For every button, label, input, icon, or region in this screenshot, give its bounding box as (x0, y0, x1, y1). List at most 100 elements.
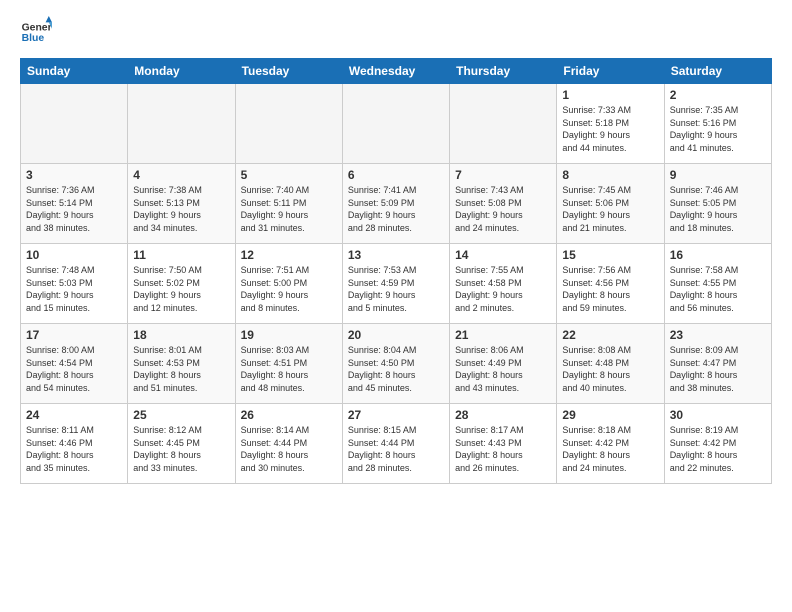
day-info: Sunrise: 8:18 AM Sunset: 4:42 PM Dayligh… (562, 424, 658, 474)
day-info: Sunrise: 7:50 AM Sunset: 5:02 PM Dayligh… (133, 264, 229, 314)
weekday-header-wednesday: Wednesday (342, 59, 449, 84)
day-number: 11 (133, 248, 229, 262)
day-info: Sunrise: 7:45 AM Sunset: 5:06 PM Dayligh… (562, 184, 658, 234)
day-number: 20 (348, 328, 444, 342)
day-info: Sunrise: 8:19 AM Sunset: 4:42 PM Dayligh… (670, 424, 766, 474)
weekday-header-thursday: Thursday (450, 59, 557, 84)
day-number: 30 (670, 408, 766, 422)
calendar-cell: 19 Sunrise: 8:03 AM Sunset: 4:51 PM Dayli… (235, 324, 342, 404)
calendar-week-1: 1 Sunrise: 7:33 AM Sunset: 5:18 PM Daylig… (21, 84, 772, 164)
day-number: 2 (670, 88, 766, 102)
weekday-header-monday: Monday (128, 59, 235, 84)
calendar-cell: 28 Sunrise: 8:17 AM Sunset: 4:43 PM Dayli… (450, 404, 557, 484)
day-number: 8 (562, 168, 658, 182)
calendar-cell: 23 Sunrise: 8:09 AM Sunset: 4:47 PM Dayli… (664, 324, 771, 404)
day-info: Sunrise: 7:53 AM Sunset: 4:59 PM Dayligh… (348, 264, 444, 314)
calendar-cell: 3 Sunrise: 7:36 AM Sunset: 5:14 PM Daylig… (21, 164, 128, 244)
day-info: Sunrise: 8:04 AM Sunset: 4:50 PM Dayligh… (348, 344, 444, 394)
day-number: 1 (562, 88, 658, 102)
calendar-cell: 7Sunrise: 7:43 AM Sunset: 5:08 PM Daylig… (450, 164, 557, 244)
calendar-cell: 6 Sunrise: 7:41 AM Sunset: 5:09 PM Daylig… (342, 164, 449, 244)
calendar-week-2: 3 Sunrise: 7:36 AM Sunset: 5:14 PM Daylig… (21, 164, 772, 244)
weekday-header-sunday: Sunday (21, 59, 128, 84)
day-info: Sunrise: 7:33 AM Sunset: 5:18 PM Dayligh… (562, 104, 658, 154)
day-number: 9 (670, 168, 766, 182)
calendar-cell (235, 84, 342, 164)
day-info: Sunrise: 8:00 AM Sunset: 4:54 PM Dayligh… (26, 344, 122, 394)
day-info: Sunrise: 7:51 AM Sunset: 5:00 PM Dayligh… (241, 264, 337, 314)
svg-text:Blue: Blue (22, 33, 45, 44)
calendar-cell: 15 Sunrise: 7:56 AM Sunset: 4:56 PM Dayli… (557, 244, 664, 324)
day-info: Sunrise: 8:03 AM Sunset: 4:51 PM Dayligh… (241, 344, 337, 394)
calendar-cell: 30 Sunrise: 8:19 AM Sunset: 4:42 PM Dayli… (664, 404, 771, 484)
calendar-cell: 25 Sunrise: 8:12 AM Sunset: 4:45 PM Dayli… (128, 404, 235, 484)
calendar-cell: 5 Sunrise: 7:40 AM Sunset: 5:11 PM Daylig… (235, 164, 342, 244)
day-info: Sunrise: 8:06 AM Sunset: 4:49 PM Dayligh… (455, 344, 551, 394)
calendar-week-5: 24 Sunrise: 8:11 AM Sunset: 4:46 PM Dayli… (21, 404, 772, 484)
calendar-cell (450, 84, 557, 164)
day-info: Sunrise: 8:08 AM Sunset: 4:48 PM Dayligh… (562, 344, 658, 394)
day-info: Sunrise: 7:38 AM Sunset: 5:13 PM Dayligh… (133, 184, 229, 234)
day-number: 23 (670, 328, 766, 342)
calendar-cell: 29Sunrise: 8:18 AM Sunset: 4:42 PM Dayli… (557, 404, 664, 484)
day-info: Sunrise: 8:09 AM Sunset: 4:47 PM Dayligh… (670, 344, 766, 394)
svg-text:General: General (22, 22, 52, 33)
calendar-cell (128, 84, 235, 164)
calendar-cell: 18 Sunrise: 8:01 AM Sunset: 4:53 PM Dayli… (128, 324, 235, 404)
calendar-cell: 22Sunrise: 8:08 AM Sunset: 4:48 PM Dayli… (557, 324, 664, 404)
day-number: 6 (348, 168, 444, 182)
day-info: Sunrise: 8:11 AM Sunset: 4:46 PM Dayligh… (26, 424, 122, 474)
day-number: 15 (562, 248, 658, 262)
calendar-cell: 4 Sunrise: 7:38 AM Sunset: 5:13 PM Daylig… (128, 164, 235, 244)
day-number: 7 (455, 168, 551, 182)
day-info: Sunrise: 7:56 AM Sunset: 4:56 PM Dayligh… (562, 264, 658, 314)
calendar-cell: 20 Sunrise: 8:04 AM Sunset: 4:50 PM Dayli… (342, 324, 449, 404)
calendar-cell: 2Sunrise: 7:35 AM Sunset: 5:16 PM Daylig… (664, 84, 771, 164)
calendar-cell: 26Sunrise: 8:14 AM Sunset: 4:44 PM Dayli… (235, 404, 342, 484)
calendar-week-4: 17 Sunrise: 8:00 AM Sunset: 4:54 PM Dayli… (21, 324, 772, 404)
calendar-table: SundayMondayTuesdayWednesdayThursdayFrid… (20, 58, 772, 484)
calendar-cell: 8 Sunrise: 7:45 AM Sunset: 5:06 PM Daylig… (557, 164, 664, 244)
calendar-cell: 16 Sunrise: 7:58 AM Sunset: 4:55 PM Dayli… (664, 244, 771, 324)
day-info: Sunrise: 7:40 AM Sunset: 5:11 PM Dayligh… (241, 184, 337, 234)
day-info: Sunrise: 7:41 AM Sunset: 5:09 PM Dayligh… (348, 184, 444, 234)
calendar-header-row: SundayMondayTuesdayWednesdayThursdayFrid… (21, 59, 772, 84)
day-info: Sunrise: 8:14 AM Sunset: 4:44 PM Dayligh… (241, 424, 337, 474)
day-number: 25 (133, 408, 229, 422)
day-number: 27 (348, 408, 444, 422)
day-info: Sunrise: 8:15 AM Sunset: 4:44 PM Dayligh… (348, 424, 444, 474)
calendar-cell: 21 Sunrise: 8:06 AM Sunset: 4:49 PM Dayli… (450, 324, 557, 404)
day-number: 14 (455, 248, 551, 262)
calendar-cell: 10Sunrise: 7:48 AM Sunset: 5:03 PM Dayli… (21, 244, 128, 324)
day-number: 24 (26, 408, 122, 422)
calendar-cell: 13 Sunrise: 7:53 AM Sunset: 4:59 PM Dayli… (342, 244, 449, 324)
day-number: 4 (133, 168, 229, 182)
calendar-week-3: 10Sunrise: 7:48 AM Sunset: 5:03 PM Dayli… (21, 244, 772, 324)
day-info: Sunrise: 8:17 AM Sunset: 4:43 PM Dayligh… (455, 424, 551, 474)
day-info: Sunrise: 7:58 AM Sunset: 4:55 PM Dayligh… (670, 264, 766, 314)
day-number: 13 (348, 248, 444, 262)
calendar-cell (342, 84, 449, 164)
day-info: Sunrise: 8:01 AM Sunset: 4:53 PM Dayligh… (133, 344, 229, 394)
day-info: Sunrise: 8:12 AM Sunset: 4:45 PM Dayligh… (133, 424, 229, 474)
calendar-cell: 24 Sunrise: 8:11 AM Sunset: 4:46 PM Dayli… (21, 404, 128, 484)
day-number: 19 (241, 328, 337, 342)
weekday-header-tuesday: Tuesday (235, 59, 342, 84)
weekday-header-saturday: Saturday (664, 59, 771, 84)
calendar-cell: 12Sunrise: 7:51 AM Sunset: 5:00 PM Dayli… (235, 244, 342, 324)
day-number: 3 (26, 168, 122, 182)
day-info: Sunrise: 7:36 AM Sunset: 5:14 PM Dayligh… (26, 184, 122, 234)
calendar-cell: 1 Sunrise: 7:33 AM Sunset: 5:18 PM Daylig… (557, 84, 664, 164)
day-number: 16 (670, 248, 766, 262)
day-info: Sunrise: 7:46 AM Sunset: 5:05 PM Dayligh… (670, 184, 766, 234)
day-number: 17 (26, 328, 122, 342)
day-number: 5 (241, 168, 337, 182)
day-number: 21 (455, 328, 551, 342)
calendar-cell: 14Sunrise: 7:55 AM Sunset: 4:58 PM Dayli… (450, 244, 557, 324)
calendar-cell (21, 84, 128, 164)
page-header: General Blue (20, 16, 772, 48)
calendar-cell: 27 Sunrise: 8:15 AM Sunset: 4:44 PM Dayli… (342, 404, 449, 484)
day-number: 28 (455, 408, 551, 422)
day-number: 18 (133, 328, 229, 342)
calendar-cell: 11 Sunrise: 7:50 AM Sunset: 5:02 PM Dayli… (128, 244, 235, 324)
